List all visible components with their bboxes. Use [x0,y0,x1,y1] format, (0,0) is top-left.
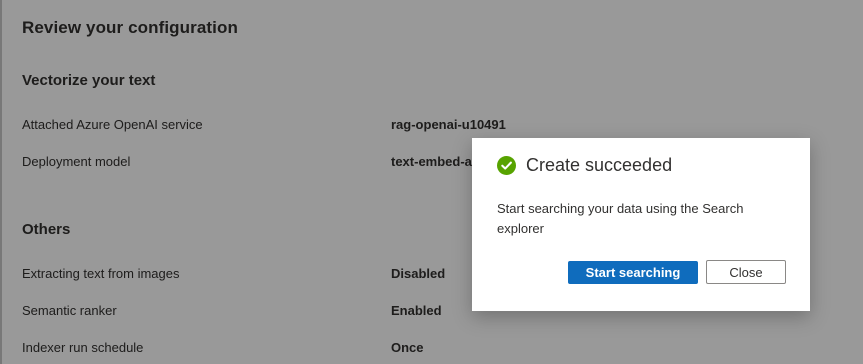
dialog-title: Create succeeded [526,155,673,175]
start-searching-button[interactable]: Start searching [568,261,698,284]
close-button[interactable]: Close [706,260,786,284]
review-configuration-page: Review your configuration Vectorize your… [0,0,863,364]
check-circle-icon [497,156,516,175]
dialog-header: Create succeeded [497,155,672,176]
dialog-message: Start searching your data using the Sear… [497,201,744,236]
create-succeeded-dialog: Create succeeded Start searching your da… [472,138,810,311]
